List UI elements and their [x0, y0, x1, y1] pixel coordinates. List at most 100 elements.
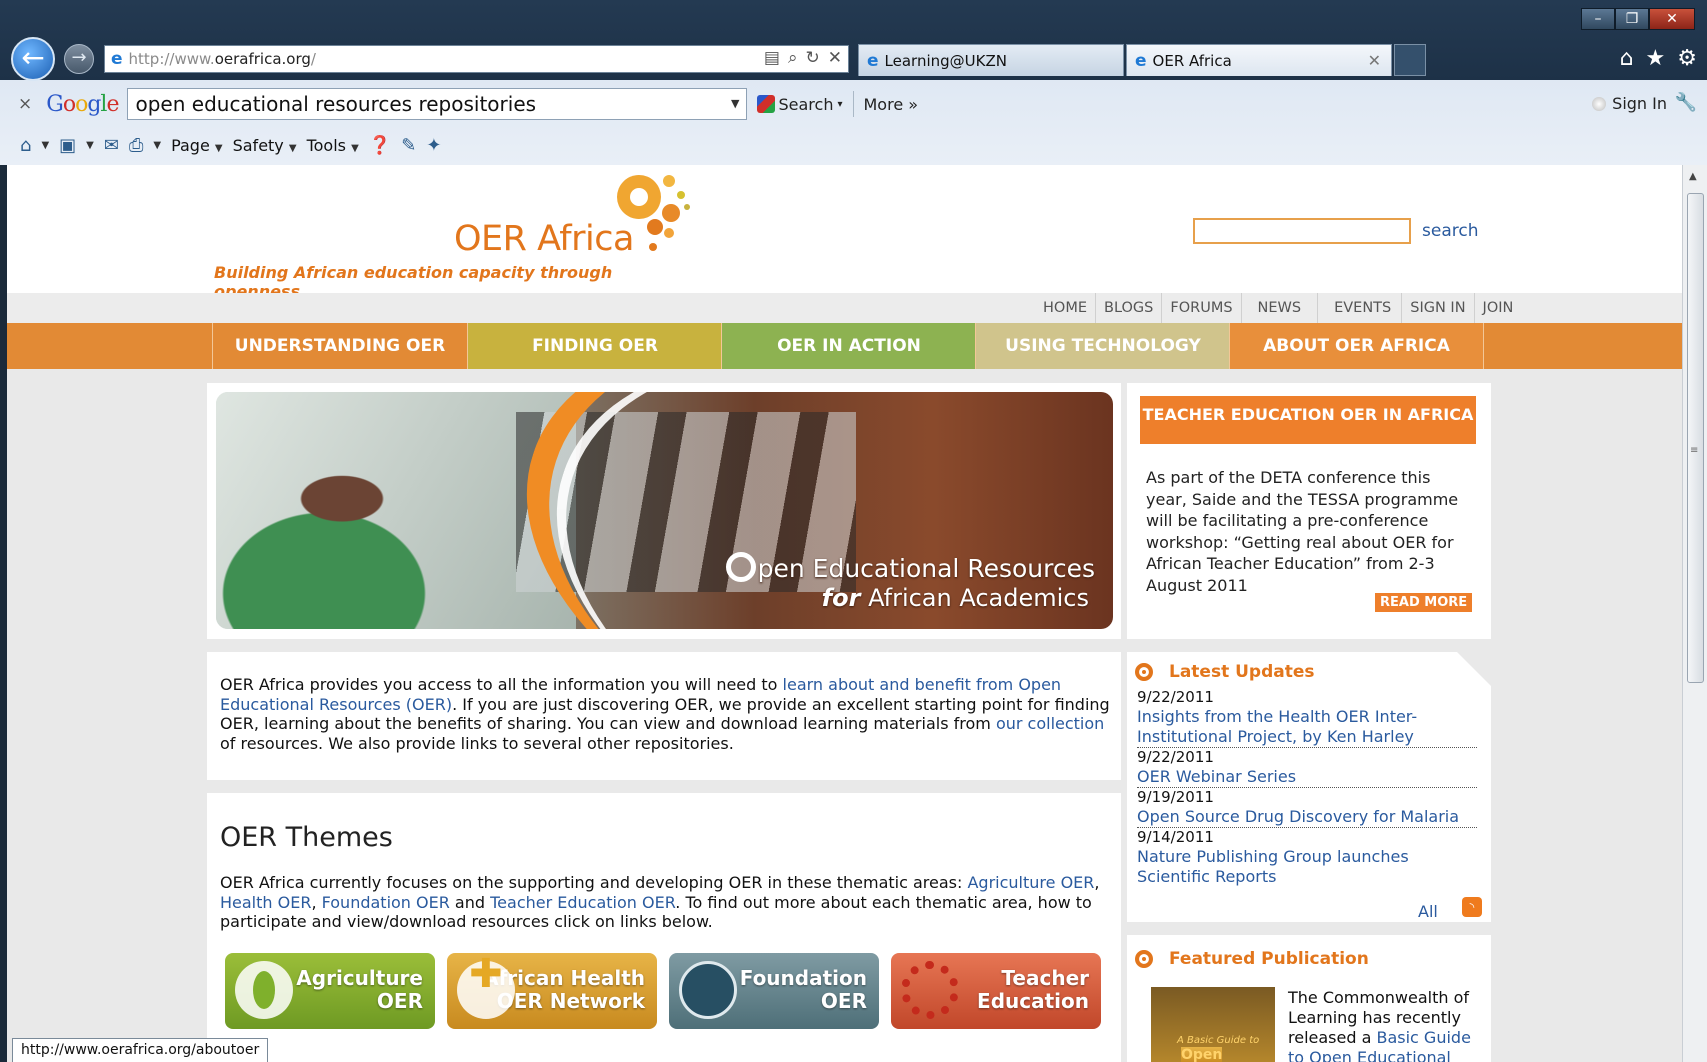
help-icon[interactable]: ❓: [369, 135, 391, 156]
gear-icon[interactable]: ⚙: [1677, 46, 1697, 71]
read-more-button[interactable]: READ MORE: [1375, 593, 1473, 612]
o-ring-icon: [725, 552, 756, 582]
stop-icon[interactable]: ✕: [828, 48, 842, 68]
teacher-education-oer-link[interactable]: Teacher Education OER: [490, 893, 675, 912]
chevron-down-icon[interactable]: ▼: [86, 140, 94, 151]
leaf-icon: [235, 961, 293, 1019]
nav-oer-in-action[interactable]: OER IN ACTION: [721, 323, 976, 369]
nav-finding-oer[interactable]: FINDING OER: [467, 323, 722, 369]
research-icon[interactable]: ✎: [401, 135, 416, 156]
wrench-icon[interactable]: 🔧: [1675, 92, 1697, 113]
google-logo: Google: [46, 91, 119, 117]
blog-icon[interactable]: ✦: [426, 135, 441, 156]
featured-publication-heading: Featured Publication: [1135, 949, 1369, 969]
address-bar[interactable]: e http://www. oerafrica.org / ▤ ⌕ ↻ ✕: [104, 45, 849, 73]
hero-banner[interactable]: pen Educational Resources for African Ac…: [216, 392, 1113, 629]
nav-about-oer-africa[interactable]: ABOUT OER AFRICA: [1229, 323, 1484, 369]
agriculture-oer-link[interactable]: Agriculture OER: [967, 873, 1094, 892]
nav-home[interactable]: HOME: [1035, 293, 1095, 323]
google-search-button[interactable]: Search ▾: [756, 95, 843, 114]
forward-button[interactable]: →: [64, 44, 94, 74]
grip-icon: ≡: [1690, 445, 1699, 456]
user-icon: [1592, 96, 1607, 111]
scroll-up-icon[interactable]: ▲: [1689, 171, 1697, 182]
search-icon[interactable]: ⌕: [788, 48, 798, 68]
update-link[interactable]: OER Webinar Series: [1137, 767, 1477, 788]
google-search-input[interactable]: open educational resources repositories …: [126, 88, 747, 120]
nav-using-technology[interactable]: USING TECHNOLOGY: [975, 323, 1230, 369]
back-button[interactable]: ←: [11, 37, 55, 81]
teacher-education-button[interactable]: Teacher Education: [891, 953, 1101, 1029]
nav-forums[interactable]: FORUMS: [1161, 293, 1240, 323]
teacher-education-text: As part of the DETA conference this year…: [1146, 468, 1459, 595]
tools-menu[interactable]: Tools ▼: [307, 136, 359, 155]
more-button[interactable]: More »: [864, 95, 919, 114]
rss-feed-icon[interactable]: ▣: [59, 135, 76, 156]
update-link[interactable]: Open Source Drug Discovery for Malaria: [1137, 807, 1477, 828]
featured-publication-text: The Commonwealth of Learning has recentl…: [1288, 988, 1478, 1062]
ie-page-icon: e: [1135, 50, 1147, 71]
search-button[interactable]: search: [1422, 221, 1478, 241]
home-icon[interactable]: ⌂: [20, 135, 31, 156]
refresh-icon[interactable]: ↻: [806, 48, 820, 68]
foundation-oer-link[interactable]: Foundation OER: [322, 893, 450, 912]
nav-sign-in[interactable]: SIGN IN: [1401, 293, 1473, 323]
health-oer-link[interactable]: Health OER: [220, 893, 311, 912]
publication-cover[interactable]: A Basic Guide to Open: [1151, 987, 1275, 1062]
close-tab-icon[interactable]: ✕: [1368, 51, 1381, 70]
chevron-down-icon[interactable]: ▼: [153, 140, 161, 151]
minimize-button[interactable]: –: [1581, 8, 1615, 30]
agriculture-oer-button[interactable]: Agriculture OER: [225, 953, 435, 1029]
update-date: 9/14/2011: [1137, 828, 1214, 846]
close-window-button[interactable]: ✕: [1649, 8, 1695, 30]
scrollbar-thumb[interactable]: [1687, 193, 1704, 683]
update-link[interactable]: Nature Publishing Group launches Scienti…: [1137, 847, 1477, 887]
our-collection-link[interactable]: our collection: [996, 714, 1104, 733]
logo-text: OER Africa: [454, 219, 634, 259]
african-health-oer-button[interactable]: African Health OER Network: [447, 953, 657, 1029]
foundation-oer-button[interactable]: Foundation OER: [669, 953, 879, 1029]
sign-in-button[interactable]: Sign In: [1592, 94, 1667, 113]
utility-nav: HOME BLOGS FORUMS NEWS EVENTS SIGN IN JO…: [7, 293, 1682, 323]
forward-arrow-icon: →: [71, 47, 87, 68]
restore-button[interactable]: ❐: [1615, 8, 1649, 30]
teacher-education-heading[interactable]: TEACHER EDUCATION OER IN AFRICA: [1140, 396, 1476, 444]
safety-menu[interactable]: Safety ▼: [233, 136, 297, 155]
tab-label: OER Africa: [1152, 51, 1232, 70]
vertical-scrollbar[interactable]: ▲ ≡: [1682, 165, 1707, 1062]
nav-join[interactable]: JOIN: [1473, 293, 1522, 323]
tab-oer-africa[interactable]: e OER Africa ✕: [1126, 44, 1392, 76]
updates-list: 9/22/2011 Insights from the Health OER I…: [1137, 688, 1477, 887]
favorites-star-icon[interactable]: ★: [1646, 46, 1666, 71]
book-icon: [679, 961, 737, 1019]
tab-learning-ukzn[interactable]: e Learning@UKZN: [858, 44, 1124, 76]
mail-icon[interactable]: ✉: [104, 135, 119, 156]
print-icon[interactable]: ⎙: [129, 135, 143, 156]
url-suffix: /: [310, 50, 316, 68]
nav-understanding-oer[interactable]: UNDERSTANDING OER: [212, 323, 467, 369]
url-prefix: http://www.: [128, 50, 215, 68]
window-controls: – ❐ ✕: [1581, 8, 1695, 30]
intro-text: OER Africa provides you access to all th…: [220, 675, 1110, 753]
chevron-down-icon[interactable]: ▼: [41, 140, 49, 151]
close-toolbar-icon[interactable]: ×: [18, 94, 32, 114]
new-tab-button[interactable]: [1394, 44, 1426, 76]
site-search-input[interactable]: [1193, 218, 1411, 244]
site-logo[interactable]: OER Africa Building African education ca…: [214, 169, 694, 301]
latest-updates-heading: Latest Updates: [1135, 662, 1315, 682]
nav-events[interactable]: EVENTS: [1317, 293, 1401, 323]
nav-blogs[interactable]: BLOGS: [1095, 293, 1161, 323]
page-menu[interactable]: Page ▼: [171, 136, 223, 155]
nav-news[interactable]: NEWS: [1240, 293, 1318, 323]
hero-subtitle: for African Academics: [821, 584, 1089, 612]
browser-chrome: – ❐ ✕ ← → e http://www. oerafrica.org / ▤ …: [0, 0, 1707, 165]
bullet-icon: [1135, 950, 1153, 968]
chevron-down-icon[interactable]: ▼: [731, 97, 739, 110]
home-icon[interactable]: ⌂: [1620, 46, 1634, 71]
update-date: 9/22/2011: [1137, 688, 1214, 706]
update-link[interactable]: Insights from the Health OER Inter-Insti…: [1137, 707, 1477, 748]
command-bar: ⌂ ▼ ▣ ▼ ✉ ⎙ ▼ Page ▼ Safety ▼ Tools ▼ ❓ ✎ ✦: [0, 128, 1707, 162]
compat-view-icon[interactable]: ▤: [764, 48, 780, 68]
rss-icon[interactable]: ◝: [1462, 897, 1482, 917]
all-updates-link[interactable]: All: [1418, 902, 1438, 921]
